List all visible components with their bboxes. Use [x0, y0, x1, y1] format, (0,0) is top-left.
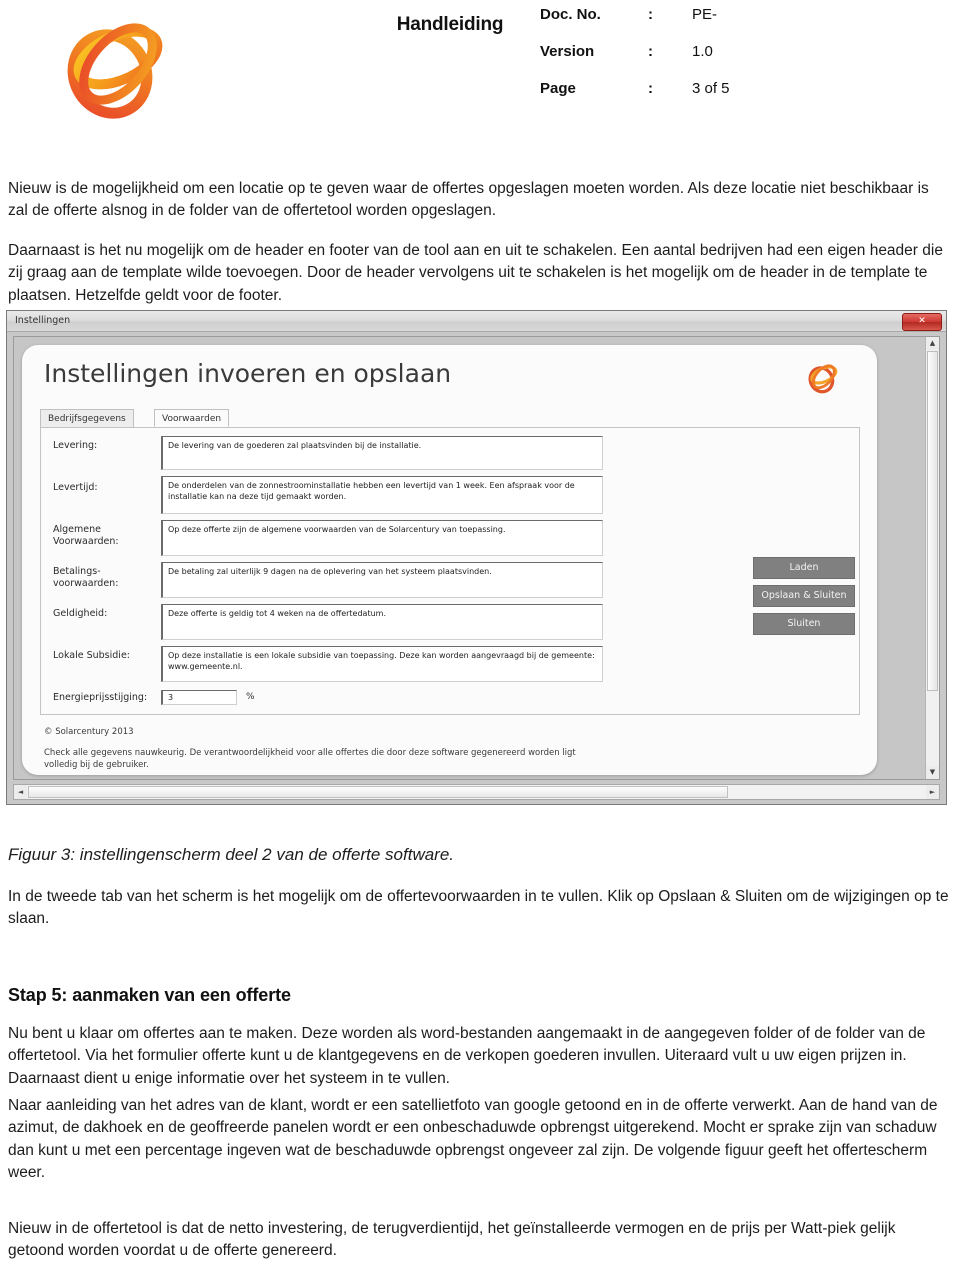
panel-heading: Instellingen invoeren en opslaan [44, 359, 452, 388]
field-label-levertijd: Levertijd: [53, 482, 98, 493]
settings-form-panel: Instellingen invoeren en opslaan Bedrijf… [22, 345, 877, 775]
field-input-levertijd[interactable]: De onderdelen van de zonnestroominstalla… [161, 476, 603, 514]
intro-paragraph-1: Nieuw is de mogelijkheid om een locatie … [8, 178, 952, 223]
stap5-paragraph-2-text: Naar aanleiding van het adres van de kla… [8, 1097, 938, 1182]
laden-button[interactable]: Laden [753, 557, 855, 579]
meta-colon-docno: : [648, 6, 653, 23]
stap5-paragraph-1: Nu bent u klaar om offertes aan te maken… [8, 1023, 952, 1090]
vertical-scrollbar[interactable]: ▲ ▼ [925, 337, 939, 779]
field-input-geldigheid[interactable]: Deze offerte is geldig tot 4 weken na de… [161, 604, 603, 640]
figure-caption: Figuur 3: instellingenscherm deel 2 van … [8, 845, 455, 864]
stap5-paragraph-3-text: Nieuw in de offertetool is dat de netto … [8, 1220, 896, 1260]
scroll-right-icon[interactable]: ► [926, 785, 939, 799]
tab-voorwaarden[interactable]: Voorwaarden [154, 409, 230, 427]
field-input-betalingsvoorwaarden[interactable]: De betaling zal uiterlijk 9 dagen na de … [161, 562, 603, 598]
percent-unit-label: % [246, 692, 255, 702]
meta-label-page: Page [540, 80, 576, 97]
meta-label-docno: Doc. No. [540, 6, 601, 23]
horizontal-scrollbar[interactable]: ◄ ► [13, 784, 940, 800]
intro-paragraph-2: Daarnaast is het nu mogelijk om de heade… [8, 240, 952, 307]
close-icon[interactable]: ✕ [902, 313, 942, 331]
field-input-lokale-subsidie[interactable]: Op deze installatie is een lokale subsid… [161, 646, 603, 682]
meta-colon-page: : [648, 80, 653, 97]
disclaimer-text: Check alle gegevens nauwkeurig. De veran… [44, 748, 576, 770]
stap5-paragraph-3: Nieuw in de offertetool is dat de netto … [8, 1218, 952, 1263]
field-label-algemene-voorwaarden: Algemene Voorwaarden: [53, 524, 119, 547]
figure-description: In de tweede tab van het scherm is het m… [8, 886, 952, 931]
tab-bedrijfsgegevens[interactable]: Bedrijfsgegevens [40, 409, 134, 427]
field-label-lokale-subsidie: Lokale Subsidie: [53, 650, 130, 661]
stap5-paragraph-2: Naar aanleiding van het adres van de kla… [8, 1095, 952, 1185]
opslaan-en-sluiten-button[interactable]: Opslaan & Sluiten [753, 585, 855, 607]
meta-row-page: Page : 3 of 5 [540, 74, 880, 111]
field-label-betalingsvoorwaarden: Betalings- voorwaarden: [53, 566, 119, 589]
panel-solarcentury-knot-logo-icon [801, 361, 843, 395]
field-input-energieprijsstijging[interactable]: 3 [161, 690, 237, 705]
scroll-down-icon[interactable]: ▼ [926, 766, 939, 779]
scroll-left-icon[interactable]: ◄ [14, 785, 27, 799]
document-meta-table: Doc. No. : PE- Version : 1.0 Page : 3 of… [540, 0, 880, 111]
sluiten-button[interactable]: Sluiten [753, 613, 855, 635]
meta-value-version: 1.0 [692, 43, 713, 60]
horizontal-scrollbar-thumb[interactable] [28, 786, 728, 798]
stap5-paragraph-1-text: Nu bent u klaar om offertes aan te maken… [8, 1025, 926, 1087]
meta-label-version: Version [540, 43, 595, 60]
screenshot-client-area: ▲ ▼ Instellingen invoeren en opslaan Bed… [13, 336, 940, 780]
field-input-levering[interactable]: De levering van de goederen zal plaatsvi… [161, 436, 603, 470]
figure-description-text: In de tweede tab van het scherm is het m… [8, 888, 949, 928]
solarcentury-knot-logo-icon [48, 12, 176, 124]
meta-row-version: Version : 1.0 [540, 37, 880, 74]
copyright-text: © Solarcentury 2013 [44, 727, 134, 737]
section-heading-stap5: Stap 5: aanmaken van een offerte [8, 985, 291, 1005]
screenshot-titlebar: Instellingen ✕ [7, 311, 946, 332]
vertical-scrollbar-thumb[interactable] [927, 351, 938, 691]
field-label-levering: Levering: [53, 440, 98, 451]
voorwaarden-field-area: Levering: De levering van de goederen za… [40, 427, 860, 715]
page-title: Handleiding [396, 14, 504, 35]
intro-paragraph-2-text: Daarnaast is het nu mogelijk om de heade… [8, 242, 943, 304]
field-label-energieprijsstijging: Energieprijsstijging: [53, 692, 148, 703]
field-label-geldigheid: Geldigheid: [53, 608, 108, 619]
scroll-up-icon[interactable]: ▲ [926, 337, 939, 350]
field-input-algemene-voorwaarden[interactable]: Op deze offerte zijn de algemene voorwaa… [161, 520, 603, 556]
meta-row-docno: Doc. No. : PE- [540, 0, 880, 37]
screenshot-window-title: Instellingen [15, 315, 71, 326]
meta-value-page: 3 of 5 [692, 80, 730, 97]
meta-colon-version: : [648, 43, 653, 60]
document-header: Handleiding Doc. No. : PE- Version : 1.0… [0, 0, 960, 150]
meta-value-docno: PE- [692, 6, 718, 23]
intro-paragraph-1-text: Nieuw is de mogelijkheid om een locatie … [8, 180, 929, 220]
settings-tabs: Bedrijfsgegevens Voorwaarden [40, 409, 860, 429]
embedded-screenshot-figure: Instellingen ✕ ▲ ▼ Instellingen invoeren… [6, 310, 947, 805]
